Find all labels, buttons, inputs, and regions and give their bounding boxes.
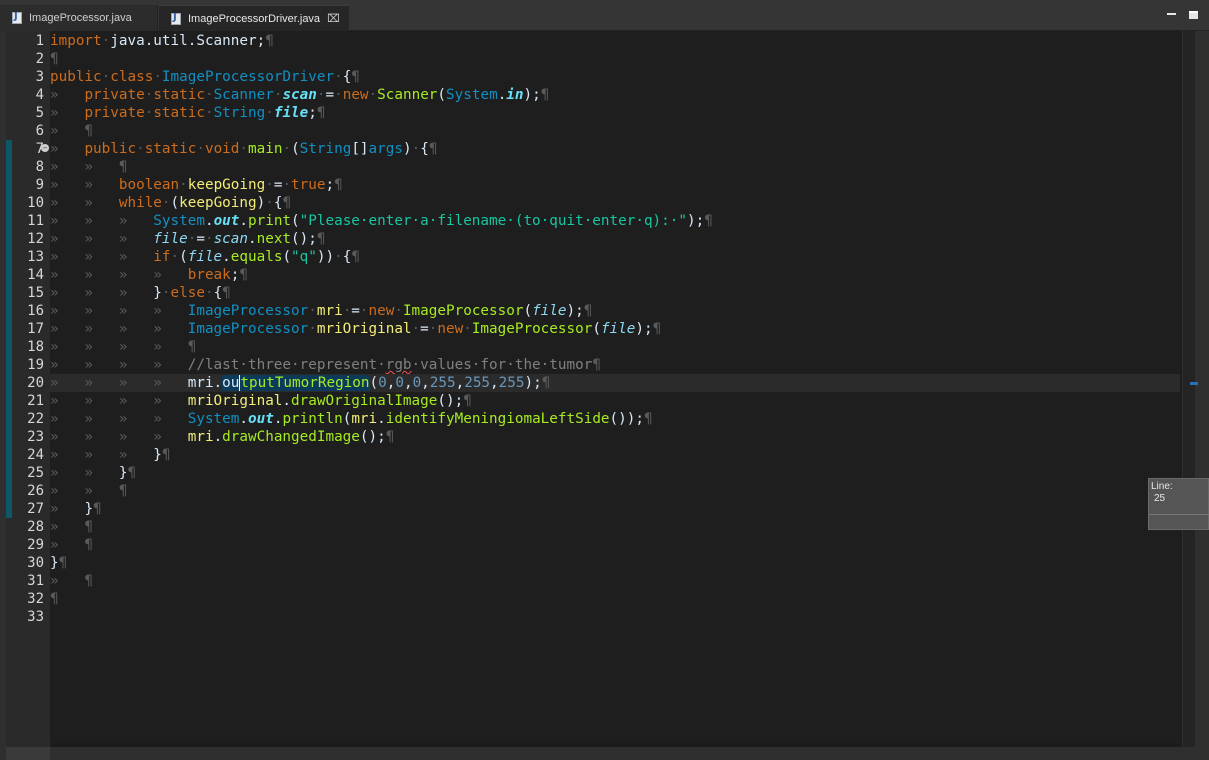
tab-label: ImageProcessorDriver.java bbox=[188, 12, 321, 25]
line-number: 31 bbox=[27, 573, 44, 589]
code-line[interactable]: » » ¶ bbox=[50, 482, 1180, 500]
line-number: 3 bbox=[35, 69, 44, 85]
line-number: 13 bbox=[27, 249, 44, 265]
code-line[interactable]: » ¶ bbox=[50, 536, 1180, 554]
code-line[interactable] bbox=[50, 608, 1180, 626]
code-line[interactable]: » » » }¶ bbox=[50, 446, 1180, 464]
tooltip-value: 25 bbox=[1154, 493, 1166, 504]
java-file-icon bbox=[12, 11, 22, 24]
code-line[interactable]: » » while·(keepGoing)·{¶ bbox=[50, 194, 1180, 212]
line-number: 7 bbox=[35, 141, 44, 157]
code-line[interactable]: » ¶ bbox=[50, 518, 1180, 536]
code-line[interactable]: » » » » //last·three·represent·rgb·value… bbox=[50, 356, 1180, 374]
line-numbers: 1 2 3 4 5 6 7 8 9 10 11 12 13 14 15 16 17 18 19 20 21 22 23 24 2… bbox=[6, 32, 44, 626]
line-number: 12 bbox=[27, 231, 44, 247]
close-icon[interactable]: ⌧ bbox=[327, 13, 340, 25]
line-number: 4 bbox=[35, 87, 44, 103]
line-number: 30 bbox=[27, 555, 44, 571]
code-line[interactable]: » ¶ bbox=[50, 572, 1180, 590]
line-number: 23 bbox=[27, 429, 44, 445]
code-line[interactable]: » » boolean·keepGoing·=·true;¶ bbox=[50, 176, 1180, 194]
line-number: 18 bbox=[27, 339, 44, 355]
line-number: 17 bbox=[27, 321, 44, 337]
line-number: 16 bbox=[27, 303, 44, 319]
line-hover-tooltip: Line: 25 bbox=[1148, 478, 1209, 530]
line-number: 21 bbox=[27, 393, 44, 409]
overview-ruler-occurrence-mark[interactable] bbox=[1190, 382, 1198, 385]
code-text-area[interactable]: import·java.util.Scanner;¶ ¶ public·clas… bbox=[50, 32, 1180, 626]
code-line[interactable]: » ¶ bbox=[50, 122, 1180, 140]
code-line[interactable]: ¶ bbox=[50, 50, 1180, 68]
code-line[interactable]: » » » » break;¶ bbox=[50, 266, 1180, 284]
line-number: 27 bbox=[27, 501, 44, 517]
line-number: 28 bbox=[27, 519, 44, 535]
line-number: 1 bbox=[35, 33, 44, 49]
line-number: 5 bbox=[35, 105, 44, 121]
line-number-ruler: 1 2 3 4 5 6 7 8 9 10 11 12 13 14 15 16 17 18 19 20 21 22 23 24 2… bbox=[6, 31, 50, 747]
line-number: 9 bbox=[35, 177, 44, 193]
line-number: 10 bbox=[27, 195, 44, 211]
vertical-scrollbar[interactable] bbox=[1182, 31, 1195, 747]
code-line[interactable]: » » » » mriOriginal.drawOriginalImage();… bbox=[50, 392, 1180, 410]
code-line[interactable]: » » » file·=·scan.next();¶ bbox=[50, 230, 1180, 248]
fold-collapse-icon[interactable]: − bbox=[41, 144, 49, 152]
code-line[interactable]: » public·static·void·main·(String[]args)… bbox=[50, 140, 1180, 158]
code-line[interactable]: » » ¶ bbox=[50, 158, 1180, 176]
line-number: 15 bbox=[27, 285, 44, 301]
tab-image-processor-driver[interactable]: ImageProcessorDriver.java ⌧ bbox=[159, 5, 349, 31]
tab-image-processor[interactable]: ImageProcessor.java bbox=[0, 5, 158, 31]
code-line[interactable]: » » » » ¶ bbox=[50, 338, 1180, 356]
line-number: 29 bbox=[27, 537, 44, 553]
code-line[interactable]: » » }¶ bbox=[50, 464, 1180, 482]
line-number: 14 bbox=[27, 267, 44, 283]
code-line[interactable]: » » » » ImageProcessor·mri·=·new·ImagePr… bbox=[50, 302, 1180, 320]
code-line[interactable]: » » » System.out.print("Please·enter·a·f… bbox=[50, 212, 1180, 230]
line-number: 26 bbox=[27, 483, 44, 499]
line-number: 33 bbox=[27, 609, 44, 625]
line-number: 19 bbox=[27, 357, 44, 373]
code-line[interactable]: » » » if·(file.equals("q"))·{¶ bbox=[50, 248, 1180, 266]
tab-label: ImageProcessor.java bbox=[29, 12, 132, 24]
line-number: 2 bbox=[35, 51, 44, 67]
line-number: 20 bbox=[27, 375, 44, 391]
spelling-error-marker[interactable]: rgb bbox=[386, 357, 412, 373]
line-number: 25 bbox=[27, 465, 44, 481]
code-editor[interactable]: 1 2 3 4 5 6 7 8 9 10 11 12 13 14 15 16 17 18 19 20 21 22 23 24 2… bbox=[6, 31, 1195, 747]
line-number: 32 bbox=[27, 591, 44, 607]
code-line[interactable]: » » » » mri.drawChangedImage();¶ bbox=[50, 428, 1180, 446]
editor-bottom-edge bbox=[0, 747, 1209, 760]
line-number: 11 bbox=[27, 213, 44, 229]
minimize-icon[interactable] bbox=[1167, 13, 1176, 15]
java-file-icon bbox=[171, 12, 181, 25]
line-number: 24 bbox=[27, 447, 44, 463]
code-line[interactable]: » » » » ImageProcessor·mriOriginal·=·new… bbox=[50, 320, 1180, 338]
code-line[interactable]: » » » » System.out.println(mri.identifyM… bbox=[50, 410, 1180, 428]
line-number: 22 bbox=[27, 411, 44, 427]
code-line[interactable]: » » » }·else·{¶ bbox=[50, 284, 1180, 302]
maximize-icon[interactable] bbox=[1189, 11, 1198, 19]
code-line[interactable]: import·java.util.Scanner;¶ bbox=[50, 32, 1180, 50]
code-line[interactable]: » private·static·Scanner·scan·=·new·Scan… bbox=[50, 86, 1180, 104]
code-line[interactable]: » private·static·String·file;¶ bbox=[50, 104, 1180, 122]
code-line[interactable]: » }¶ bbox=[50, 500, 1180, 518]
code-line[interactable]: }¶ bbox=[50, 554, 1180, 572]
line-number: 6 bbox=[35, 123, 44, 139]
code-line[interactable]: ¶ bbox=[50, 590, 1180, 608]
code-line[interactable]: public·class·ImageProcessorDriver·{¶ bbox=[50, 68, 1180, 86]
line-number: 8 bbox=[35, 159, 44, 175]
current-code-line[interactable]: » » » » mri.outputTumorRegion(0,0,0,255,… bbox=[50, 374, 1180, 392]
tooltip-label: Line: bbox=[1151, 481, 1173, 492]
editor-tab-bar: ImageProcessor.java ImageProcessorDriver… bbox=[0, 0, 1209, 31]
